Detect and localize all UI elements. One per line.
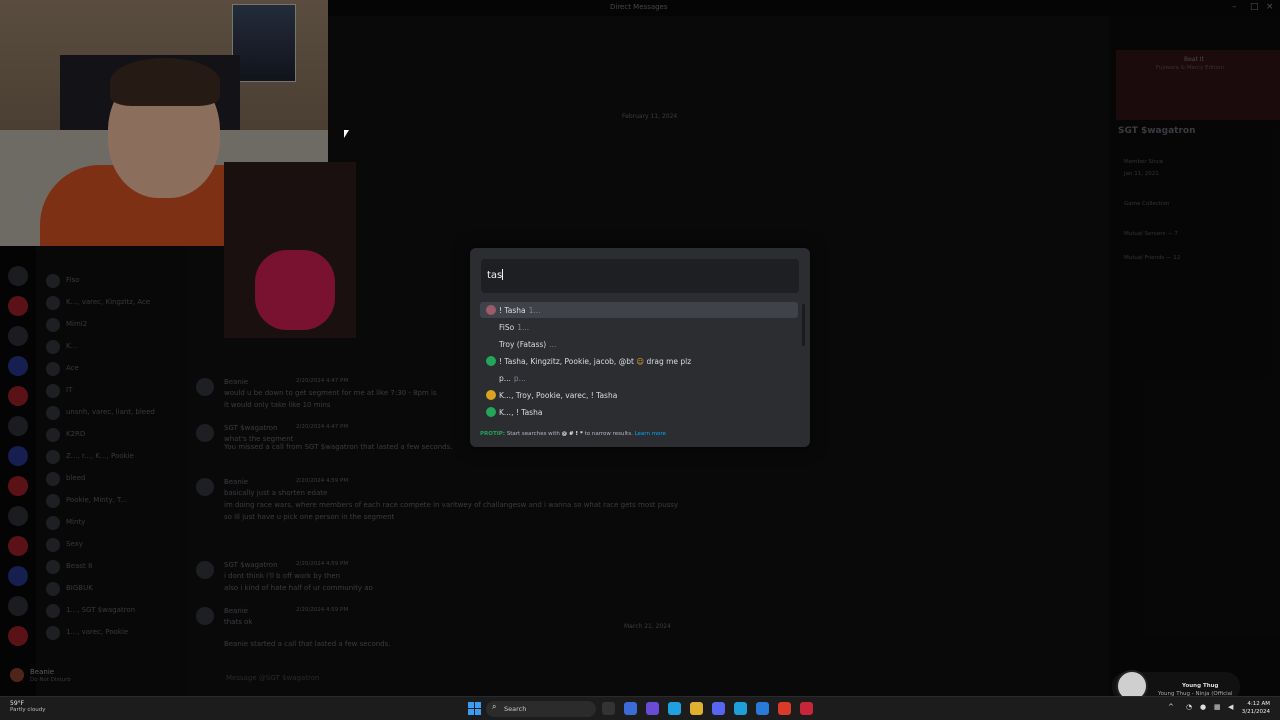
result-avatar-icon: [486, 305, 496, 315]
clock[interactable]: 4:12 AM 3/21/2024: [1242, 700, 1270, 716]
quick-switcher-results: ! Tasha 1... FiSo 1... Troy (Fatass)...! Tas…: [480, 302, 802, 422]
weather-temp: 59°F: [10, 700, 25, 707]
protip-keys: @ # ! *: [561, 431, 583, 437]
chrome-icon[interactable]: [778, 702, 791, 715]
wifi-icon[interactable]: ◔: [1186, 703, 1192, 711]
switcher-result[interactable]: p... p...: [480, 370, 798, 386]
app-icon[interactable]: [756, 702, 769, 715]
search-label: Search: [504, 705, 527, 713]
switcher-result[interactable]: ! Tasha, Kingzitz, Pookie, jacob, @bt ☺ …: [480, 353, 798, 369]
result-label: FiSo: [499, 323, 515, 332]
protip-label: PROTIP:: [480, 431, 505, 437]
result-spacer: [486, 322, 496, 332]
mic-icon[interactable]: ●: [1200, 703, 1206, 711]
taskbar-search[interactable]: Search: [486, 701, 596, 717]
switcher-result[interactable]: FiSo 1...: [480, 319, 798, 335]
np-artist: Young Thug: [1182, 683, 1219, 689]
task-view-icon[interactable]: [602, 702, 615, 715]
scrollbar[interactable]: [802, 304, 805, 346]
result-avatar-icon: [486, 356, 496, 366]
weather-desc: Partly cloudy: [10, 707, 46, 713]
result-label: Troy (Fatass): [499, 340, 547, 349]
taskbar: 59°F Partly cloudy Search ⌕ ^ ◔ ● ▦ ◀ 4:…: [0, 696, 1280, 720]
protip-text: Start searches with: [506, 431, 560, 437]
result-label: ! Tasha: [499, 306, 526, 315]
volume-icon[interactable]: ◀: [1228, 703, 1233, 711]
result-hint: 1...: [517, 323, 530, 332]
learn-more-link[interactable]: Learn more: [635, 431, 666, 437]
app-icon[interactable]: [624, 702, 637, 715]
result-label: K..., ! Tasha: [499, 408, 543, 417]
switcher-result[interactable]: K..., Troy, Pookie, varec, ! Tasha: [480, 387, 798, 403]
result-avatar-icon: [486, 407, 496, 417]
switcher-result[interactable]: K..., ! Tasha: [480, 404, 798, 420]
result-label: p...: [499, 374, 511, 383]
weather-widget[interactable]: 59°F Partly cloudy: [10, 700, 46, 713]
windows-start-icon[interactable]: [468, 702, 481, 715]
result-emoji-icon: ☺: [633, 357, 647, 366]
result-spacer: [486, 373, 496, 383]
text-caret: [502, 269, 504, 280]
edge-icon[interactable]: [734, 702, 747, 715]
result-hint: p...: [513, 374, 526, 383]
app-icon[interactable]: [800, 702, 813, 715]
switcher-result[interactable]: Troy (Fatass)...: [480, 336, 798, 352]
network-icon[interactable]: ▦: [1214, 703, 1221, 711]
result-spacer: [486, 339, 496, 349]
result-label: K..., Troy, Pookie, varec, ! Tasha: [499, 391, 618, 400]
protip-tail: to narrow results.: [584, 431, 633, 437]
mouse-cursor-icon: [344, 130, 349, 138]
quick-switcher: tas ! Tasha 1... FiSo 1... Troy (Fatass)...!…: [470, 248, 810, 447]
clock-time: 4:12 AM: [1247, 701, 1270, 707]
query-text: tas: [487, 270, 503, 281]
result-hint: ...: [549, 340, 557, 349]
app-icon[interactable]: [646, 702, 659, 715]
switcher-result[interactable]: ! Tasha 1...: [480, 302, 798, 318]
result-extra: drag me plz: [646, 357, 692, 366]
app-icon[interactable]: [668, 702, 681, 715]
search-icon: ⌕: [492, 702, 497, 711]
protip: PROTIP: Start searches with @ # ! * to n…: [480, 431, 666, 437]
discord-icon[interactable]: [712, 702, 725, 715]
folder-icon[interactable]: [690, 702, 703, 715]
quick-switcher-input[interactable]: tas: [481, 259, 799, 293]
result-avatar-icon: [486, 390, 496, 400]
result-hint: 1...: [528, 306, 541, 315]
tray-chevron-icon[interactable]: ^: [1168, 703, 1174, 711]
clock-date: 3/21/2024: [1241, 709, 1270, 715]
result-label: ! Tasha, Kingzitz, Pookie, jacob, @bt: [499, 357, 634, 366]
